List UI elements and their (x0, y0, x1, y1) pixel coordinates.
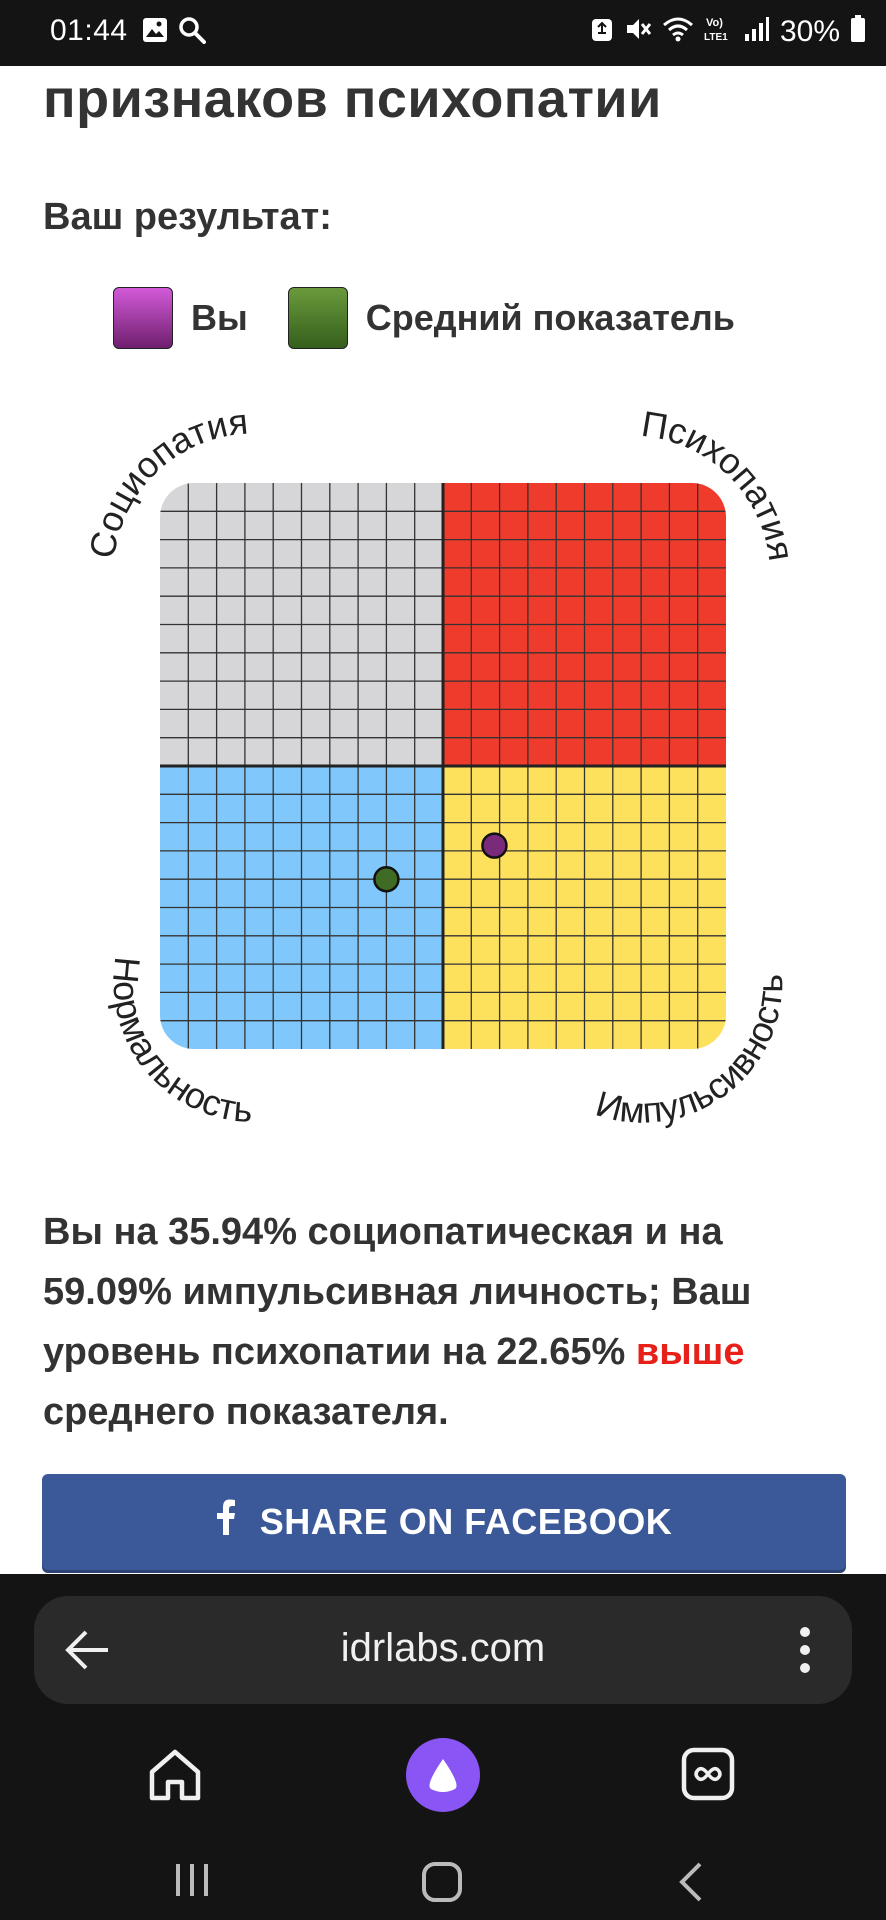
browser-bottom-bar: idrlabs.com (0, 1574, 886, 1920)
image-icon (142, 17, 168, 48)
system-nav-bar (0, 1846, 886, 1916)
result-text-after: среднего показателя. (43, 1391, 449, 1433)
tabs-icon[interactable] (680, 1746, 736, 1807)
result-label: Ваш результат: (43, 196, 332, 238)
legend-label-you: Вы (191, 297, 248, 338)
legend-item-you: Вы (113, 287, 248, 349)
result-highlight: выше (635, 1331, 745, 1373)
volte-icon: Vo) LTE1 (704, 14, 734, 49)
legend-swatch-you (113, 287, 173, 349)
url-text[interactable]: idrlabs.com (34, 1626, 852, 1671)
legend-item-average: Средний показатель (287, 287, 735, 349)
browser-nav-row (0, 1724, 886, 1834)
signal-icon (744, 16, 770, 47)
home-button-icon[interactable] (420, 1860, 464, 1909)
recent-apps-icon[interactable] (172, 1860, 212, 1905)
svg-text:Vo): Vo) (706, 17, 723, 29)
search-icon (178, 16, 206, 49)
wifi-icon (662, 16, 694, 47)
battery-percent: 30% (779, 14, 840, 48)
back-icon[interactable] (676, 1860, 706, 1909)
share-facebook-label: SHARE ON FACEBOOK (259, 1501, 673, 1542)
mute-icon (624, 15, 652, 48)
home-icon[interactable] (146, 1746, 204, 1809)
psychopathy-chart: Социопатия Психопатия Нормальность Импул… (0, 390, 886, 1130)
status-bar: 01:44 Vo) LTE1 30% (0, 0, 886, 66)
more-vert-icon[interactable] (798, 1624, 812, 1681)
svg-text:LTE1: LTE1 (704, 32, 728, 43)
address-bar[interactable]: idrlabs.com (34, 1596, 852, 1704)
page-title: признаков психопатии (43, 69, 662, 129)
battery-icon (850, 15, 866, 48)
chart-legend: Вы Средний показатель (113, 285, 775, 351)
facebook-icon (216, 1499, 236, 1545)
legend-swatch-average (287, 287, 348, 349)
share-facebook-button[interactable]: SHARE ON FACEBOOK (42, 1474, 846, 1570)
alice-icon[interactable] (406, 1738, 480, 1812)
legend-label-average: Средний показатель (365, 297, 735, 338)
data-point-you (481, 832, 508, 859)
data-point-average (373, 865, 400, 893)
recycle-icon (590, 15, 614, 48)
status-time: 01:44 (50, 14, 128, 47)
result-summary: Вы на 35.94% социопатическая и на 59.09%… (43, 1202, 843, 1442)
